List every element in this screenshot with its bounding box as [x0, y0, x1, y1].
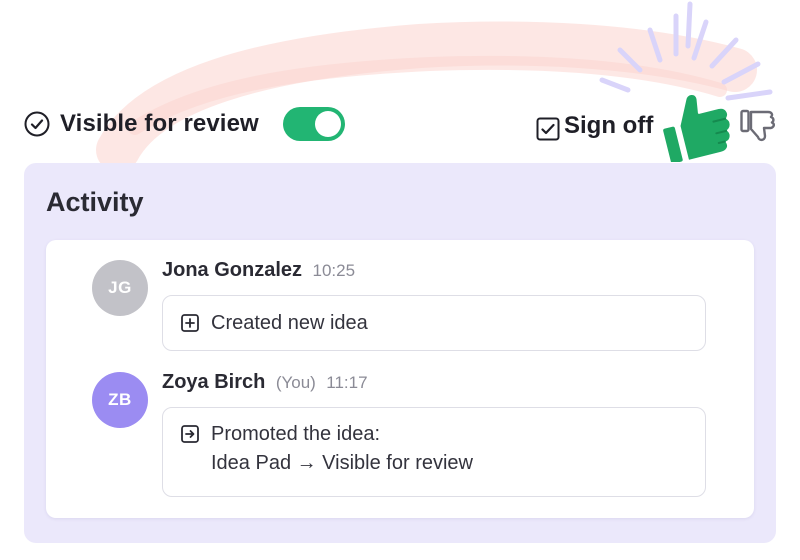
sign-off-row: Sign off	[536, 108, 653, 144]
activity-text-detail: Idea Pad → Visible for review	[211, 451, 473, 474]
activity-feed: JG Jona Gonzalez 10:25 Created new idea	[46, 240, 754, 518]
entry-header: Zoya Birch (You) 11:17	[162, 371, 368, 394]
author-name: Jona Gonzalez	[162, 259, 303, 281]
activity-text: Promoted the idea:	[211, 422, 380, 445]
entry-header: Jona Gonzalez 10:25	[162, 259, 355, 282]
avatar: ZB	[92, 372, 148, 428]
activity-panel: Activity JG Jona Gonzalez 10:25 Created …	[24, 163, 776, 543]
activity-title: Activity	[46, 187, 144, 217]
review-header: Visible for review Sign off	[0, 0, 800, 162]
visible-for-review-toggle[interactable]	[282, 107, 345, 141]
avatar: JG	[92, 260, 148, 316]
activity-bubble: Promoted the idea: Idea Pad → Visible fo…	[162, 407, 706, 497]
you-tag: (You)	[275, 373, 316, 392]
sign-off-label: Sign off	[564, 112, 654, 139]
checkbox-checked-icon[interactable]	[536, 117, 560, 141]
entry-time: 10:25	[312, 261, 356, 280]
visible-for-review-row: Visible for review	[24, 106, 345, 142]
entry-time: 11:17	[326, 373, 368, 392]
check-circle-icon	[24, 111, 50, 137]
activity-text: Created new idea	[211, 311, 368, 334]
author-name: Zoya Birch	[162, 371, 266, 393]
visible-for-review-label: Visible for review	[60, 110, 259, 137]
toggle-knob	[314, 111, 341, 137]
thumbs-up-icon[interactable]	[656, 86, 736, 162]
thumbs-down-icon[interactable]	[740, 108, 778, 144]
plus-square-icon	[181, 314, 199, 332]
activity-bubble: Created new idea	[162, 295, 706, 351]
arrow-right-square-icon	[181, 425, 199, 443]
